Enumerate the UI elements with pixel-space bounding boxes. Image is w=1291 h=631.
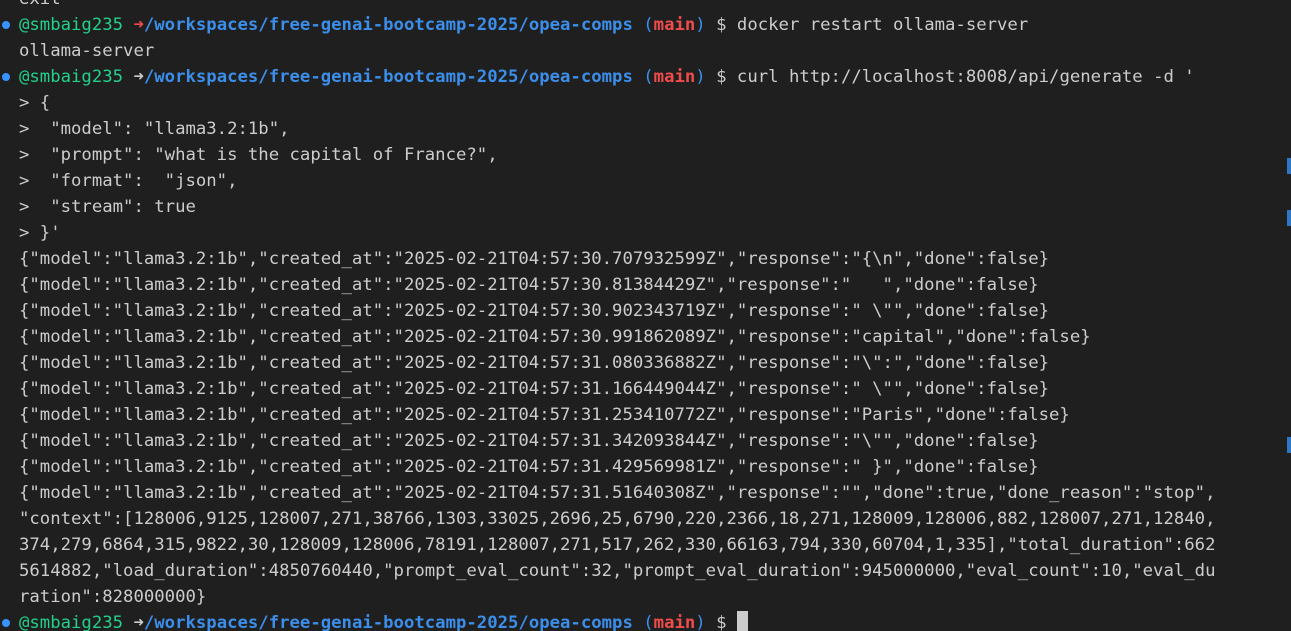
final-response-line: {"model":"llama3.2:1b","created_at":"202… [19, 483, 1216, 503]
request-body-line: > "prompt": "what is the capital of Fran… [19, 145, 498, 165]
response-line: {"model":"llama3.2:1b","created_at":"202… [19, 431, 1039, 451]
prompt-arrow-icon: ➜ [133, 613, 144, 631]
prompt-line: @smbaig235 ➜/workspaces/free-genai-bootc… [2, 610, 1291, 631]
prompt-symbol: $ [716, 67, 727, 87]
terminal-panel[interactable]: exit @smbaig235 ➜/workspaces/free-genai-… [0, 0, 1291, 631]
response-line: {"model":"llama3.2:1b","created_at":"202… [19, 301, 1050, 321]
prompt-path: /workspaces/free-genai-bootcamp-2025/ope… [143, 15, 633, 35]
request-body-line: > "format": "json", [19, 171, 238, 191]
request-body-line: > }' [19, 223, 61, 243]
prompt-arrow-icon: ➜ [133, 67, 144, 87]
final-response-line: "context":[128006,9125,128007,271,38766,… [19, 509, 1216, 529]
response-line: {"model":"llama3.2:1b","created_at":"202… [19, 275, 1039, 295]
prompt-user: @smbaig235 [19, 15, 124, 35]
command-decoration-icon[interactable] [2, 619, 10, 627]
terminal-cursor [736, 610, 748, 631]
final-response-line: 5614882,"load_duration":4850760440,"prom… [19, 561, 1216, 581]
prompt-paren-open: ( [643, 67, 654, 87]
response-line: {"model":"llama3.2:1b","created_at":"202… [19, 249, 1050, 269]
output-line: exit [19, 0, 1291, 12]
prompt-paren-open: ( [643, 15, 654, 35]
response-line: {"model":"llama3.2:1b","created_at":"202… [19, 353, 1050, 373]
prompt-paren-close: ) [695, 67, 706, 87]
request-body-line: > "model": "llama3.2:1b", [19, 119, 290, 139]
prompt-branch: main [653, 15, 696, 35]
prompt-line: @smbaig235 ➜/workspaces/free-genai-bootc… [2, 12, 1291, 38]
exit-text: exit [19, 0, 61, 9]
prompt-user: @smbaig235 [19, 613, 124, 631]
prompt-path: /workspaces/free-genai-bootcamp-2025/ope… [143, 613, 633, 631]
response-line: {"model":"llama3.2:1b","created_at":"202… [19, 457, 1039, 477]
response-line: {"model":"llama3.2:1b","created_at":"202… [19, 405, 1070, 425]
command-text: curl http://localhost:8008/api/generate … [736, 67, 1195, 87]
prompt-branch: main [653, 613, 696, 631]
command-decoration-icon[interactable] [2, 21, 10, 29]
output-line: ollama-server [19, 38, 1291, 64]
prompt-arrow-icon: ➜ [133, 15, 144, 35]
scrollbar-marker[interactable] [1287, 210, 1291, 226]
final-response-line: ration":828000000} [19, 587, 207, 607]
request-body-line: > { [19, 93, 51, 113]
prompt-branch: main [653, 67, 696, 87]
prompt-symbol: $ [716, 15, 727, 35]
prompt-paren-open: ( [643, 613, 654, 631]
prompt-line: @smbaig235 ➜/workspaces/free-genai-bootc… [2, 64, 1291, 90]
final-response-line: 374,279,6864,315,9822,30,128009,128006,7… [19, 535, 1216, 555]
prompt-paren-close: ) [695, 15, 706, 35]
command-text: docker restart ollama-server [736, 15, 1029, 35]
prompt-user: @smbaig235 [19, 67, 124, 87]
response-line: {"model":"llama3.2:1b","created_at":"202… [19, 379, 1050, 399]
output-text: ollama-server [19, 41, 155, 61]
command-decoration-icon[interactable] [2, 73, 10, 81]
scrollbar-marker[interactable] [1287, 158, 1291, 174]
prompt-symbol: $ [716, 613, 727, 631]
prompt-paren-close: ) [695, 613, 706, 631]
request-body-line: > "stream": true [19, 197, 196, 217]
response-line: {"model":"llama3.2:1b","created_at":"202… [19, 327, 1091, 347]
terminal-output[interactable]: exit @smbaig235 ➜/workspaces/free-genai-… [2, 0, 1291, 631]
scrollbar-marker[interactable] [1287, 437, 1291, 453]
prompt-path: /workspaces/free-genai-bootcamp-2025/ope… [143, 67, 633, 87]
